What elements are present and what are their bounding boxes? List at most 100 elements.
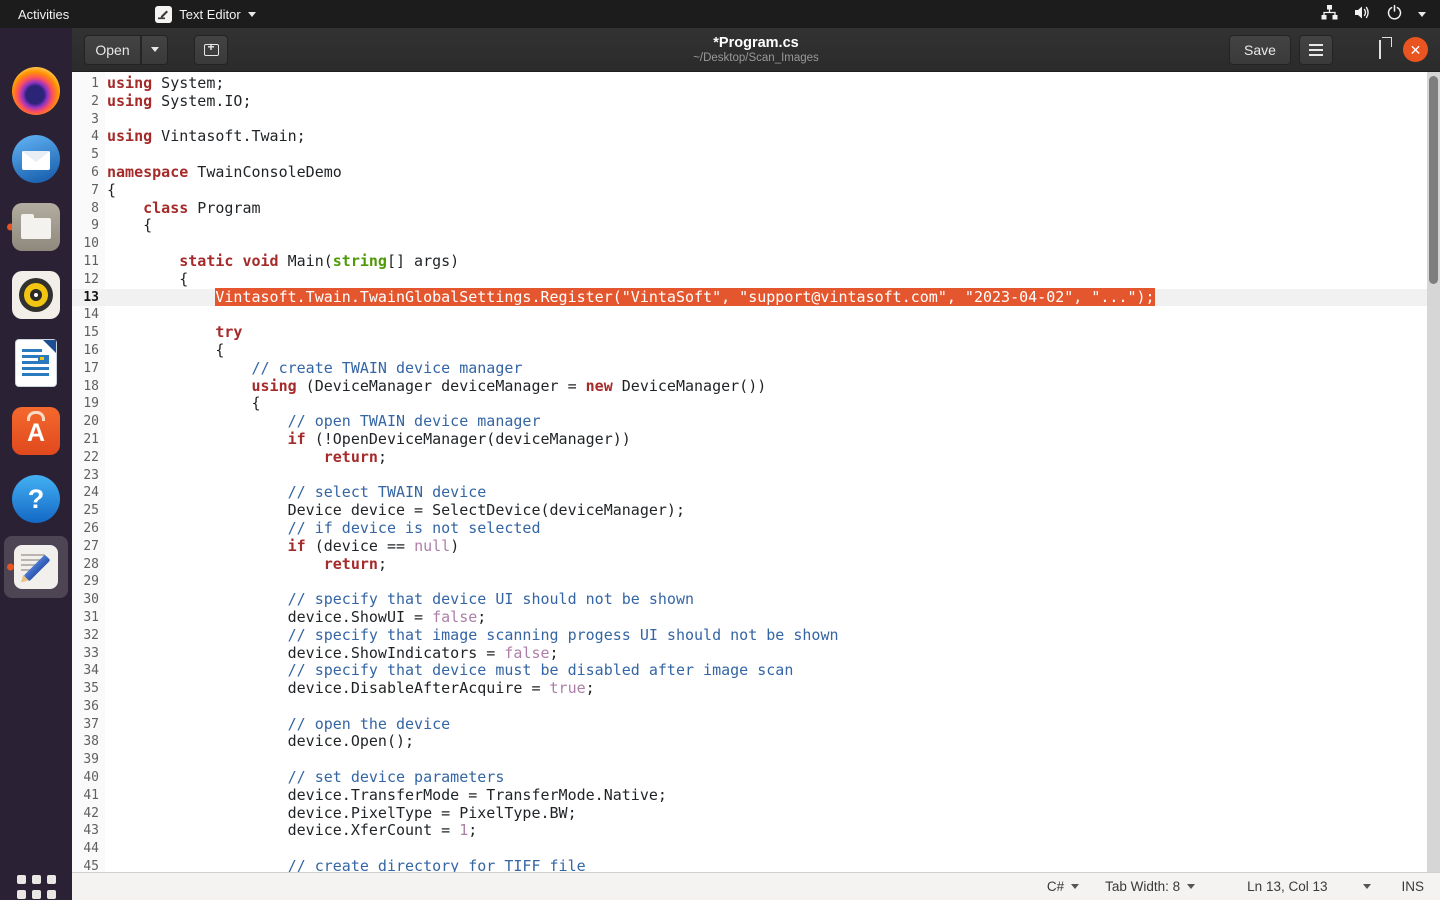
app-menu[interactable]: Text Editor — [155, 6, 255, 23]
code-line[interactable]: class Program — [105, 200, 1440, 218]
line-number: 21 — [72, 431, 105, 449]
line-number: 40 — [72, 769, 105, 787]
code-line[interactable] — [105, 573, 1440, 591]
line-number: 27 — [72, 538, 105, 556]
code-line[interactable]: { — [105, 271, 1440, 289]
code-line[interactable]: // select TWAIN device — [105, 484, 1440, 502]
code-editor: 1234567891011121314151617181920212223242… — [72, 72, 1440, 872]
code-line[interactable] — [105, 840, 1440, 858]
code-line[interactable]: // create TWAIN device manager — [105, 360, 1440, 378]
volume-icon[interactable] — [1354, 5, 1371, 23]
code-line[interactable]: device.ShowIndicators = false; — [105, 645, 1440, 663]
show-applications-button[interactable] — [4, 863, 68, 900]
code-line[interactable]: // set device parameters — [105, 769, 1440, 787]
code-line[interactable]: { — [105, 395, 1440, 413]
code-line[interactable]: device.DisableAfterAcquire = true; — [105, 680, 1440, 698]
code-line[interactable]: device.Open(); — [105, 733, 1440, 751]
line-number: 8 — [72, 200, 105, 218]
line-number: 38 — [72, 733, 105, 751]
cursor-position[interactable]: Ln 13, Col 13 — [1247, 879, 1327, 894]
open-button[interactable]: Open — [84, 35, 141, 65]
code-line[interactable]: device.PixelType = PixelType.BW; — [105, 805, 1440, 823]
code-line[interactable]: if (device == null) — [105, 538, 1440, 556]
dock-item-help[interactable]: ? — [4, 468, 68, 530]
code-line[interactable]: Device device = SelectDevice(deviceManag… — [105, 502, 1440, 520]
dock-item-rhythmbox[interactable] — [4, 264, 68, 326]
insert-mode-indicator[interactable]: INS — [1401, 879, 1424, 894]
open-dropdown-button[interactable] — [141, 35, 168, 65]
code-line[interactable]: return; — [105, 449, 1440, 467]
code-line[interactable]: { — [105, 182, 1440, 200]
code-lines[interactable]: using System;using System.IO; using Vinta… — [105, 72, 1440, 872]
line-number: 10 — [72, 235, 105, 253]
chevron-down-icon[interactable] — [1418, 12, 1426, 17]
goto-line-dropdown[interactable] — [1363, 884, 1371, 889]
code-line[interactable]: if (!OpenDeviceManager(deviceManager)) — [105, 431, 1440, 449]
code-line[interactable]: device.XferCount = 1; — [105, 822, 1440, 840]
line-number: 28 — [72, 556, 105, 574]
restore-button[interactable] — [1379, 41, 1381, 59]
libreoffice-writer-icon — [16, 340, 56, 386]
code-line[interactable] — [105, 111, 1440, 129]
dock-item-ubuntu-software[interactable]: A — [4, 400, 68, 462]
dock-item-libreoffice-writer[interactable] — [4, 332, 68, 394]
code-line[interactable]: // create directory for TIFF file — [105, 858, 1440, 872]
code-line[interactable]: { — [105, 342, 1440, 360]
code-line[interactable]: using System; — [105, 75, 1440, 93]
vertical-scrollbar[interactable] — [1427, 72, 1440, 872]
language-selector[interactable]: C# — [1047, 879, 1079, 894]
line-number: 34 — [72, 662, 105, 680]
code-line[interactable] — [105, 306, 1440, 324]
code-line[interactable]: return; — [105, 556, 1440, 574]
close-icon: ✕ — [1410, 43, 1422, 57]
top-bar: Activities Text Editor — [0, 0, 1440, 28]
line-number: 33 — [72, 645, 105, 663]
scrollbar-thumb[interactable] — [1429, 76, 1438, 284]
code-line[interactable]: static void Main(string[] args) — [105, 253, 1440, 271]
tab-width-selector[interactable]: Tab Width: 8 — [1105, 879, 1195, 894]
dock-item-text-editor[interactable] — [4, 536, 68, 598]
network-icon[interactable] — [1321, 5, 1338, 23]
code-line[interactable]: using Vintasoft.Twain; — [105, 128, 1440, 146]
code-line[interactable]: using System.IO; — [105, 93, 1440, 111]
activities-button[interactable]: Activities — [0, 0, 87, 28]
line-number: 25 — [72, 502, 105, 520]
code-line[interactable]: { — [105, 217, 1440, 235]
line-number: 30 — [72, 591, 105, 609]
code-line[interactable]: // if device is not selected — [105, 520, 1440, 538]
code-line[interactable]: // open the device — [105, 716, 1440, 734]
line-number: 1 — [72, 75, 105, 93]
code-line[interactable]: Vintasoft.Twain.TwainGlobalSettings.Regi… — [105, 289, 1440, 307]
thunderbird-icon — [12, 135, 60, 183]
close-button[interactable]: ✕ — [1403, 37, 1428, 62]
new-document-button[interactable] — [194, 35, 228, 65]
code-line[interactable]: using (DeviceManager deviceManager = new… — [105, 378, 1440, 396]
chevron-down-icon — [248, 12, 256, 17]
code-line[interactable] — [105, 146, 1440, 164]
code-line[interactable] — [105, 751, 1440, 769]
dock-item-files[interactable] — [4, 196, 68, 258]
power-icon[interactable] — [1387, 5, 1402, 23]
line-number: 5 — [72, 146, 105, 164]
code-line[interactable] — [105, 698, 1440, 716]
code-line[interactable]: namespace TwainConsoleDemo — [105, 164, 1440, 182]
save-button[interactable]: Save — [1229, 35, 1291, 65]
line-number: 16 — [72, 342, 105, 360]
dock-item-thunderbird[interactable] — [4, 128, 68, 190]
code-line[interactable]: device.TransferMode = TransferMode.Nativ… — [105, 787, 1440, 805]
code-line[interactable]: device.ShowUI = false; — [105, 609, 1440, 627]
hamburger-menu-button[interactable] — [1299, 35, 1333, 65]
code-line[interactable]: // specify that device UI should not be … — [105, 591, 1440, 609]
dock-item-firefox[interactable] — [4, 60, 68, 122]
code-line[interactable] — [105, 467, 1440, 485]
line-number: 20 — [72, 413, 105, 431]
code-line[interactable] — [105, 235, 1440, 253]
firefox-icon — [12, 67, 60, 115]
code-line[interactable]: try — [105, 324, 1440, 342]
code-line[interactable]: // specify that device must be disabled … — [105, 662, 1440, 680]
code-line[interactable]: // open TWAIN device manager — [105, 413, 1440, 431]
line-number: 4 — [72, 128, 105, 146]
code-line[interactable]: // specify that image scanning progess U… — [105, 627, 1440, 645]
line-number: 37 — [72, 716, 105, 734]
status-bar: C# Tab Width: 8 Ln 13, Col 13 INS — [72, 872, 1440, 900]
